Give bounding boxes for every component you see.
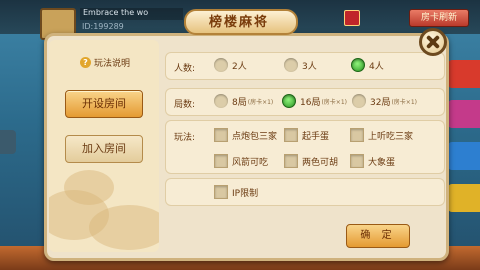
confirm-button[interactable]: 确 定 bbox=[346, 224, 410, 248]
play-option-qishou[interactable]: 起手蛋 bbox=[284, 128, 329, 142]
checkbox[interactable] bbox=[214, 154, 228, 168]
option-label: 风箭可吃 bbox=[232, 157, 269, 168]
option-cost: (房卡×1) bbox=[391, 98, 417, 106]
room-mode-panel: ? 玩法说明 开设房间 加入房间 bbox=[49, 40, 159, 252]
radio-button-selected[interactable] bbox=[282, 94, 296, 108]
checkbox[interactable] bbox=[284, 128, 298, 142]
players-option-2[interactable]: 2人 bbox=[214, 58, 247, 72]
red-packet-icon[interactable] bbox=[344, 10, 360, 26]
player-name: Embrace the wo bbox=[80, 8, 183, 20]
option-label: 起手蛋 bbox=[302, 131, 330, 142]
close-button[interactable] bbox=[419, 28, 447, 56]
players-option-3[interactable]: 3人 bbox=[284, 58, 317, 72]
rounds-row: 局数: 8局 (房卡×1) 16局 (房卡×1) 32局 (房卡×1) bbox=[165, 88, 445, 116]
radio-button-selected[interactable] bbox=[351, 58, 365, 72]
players-option-4[interactable]: 4人 bbox=[351, 58, 384, 72]
play-rules-row: 玩法: 点炮包三家 起手蛋 上听吃三家 风箭可吃 两色可胡 大象蛋 bbox=[165, 120, 445, 174]
radio-button[interactable] bbox=[214, 58, 228, 72]
left-arrow-icon[interactable] bbox=[0, 130, 16, 154]
option-cost: (房卡×1) bbox=[247, 98, 274, 106]
rounds-option-8[interactable]: 8局 (房卡×1) bbox=[214, 94, 273, 108]
side-tab-red[interactable] bbox=[448, 60, 480, 88]
checkbox[interactable] bbox=[214, 128, 228, 142]
rounds-option-16[interactable]: 16局 (房卡×1) bbox=[282, 94, 347, 108]
cloud-decoration bbox=[89, 205, 159, 250]
checkbox[interactable] bbox=[214, 185, 228, 199]
rounds-label: 局数: bbox=[174, 100, 196, 110]
option-label: 8局 bbox=[232, 97, 247, 108]
side-tab-yellow[interactable] bbox=[448, 184, 480, 212]
cloud-decoration bbox=[64, 170, 114, 205]
create-room-button[interactable]: 开设房间 bbox=[65, 90, 143, 118]
play-label: 玩法: bbox=[174, 133, 196, 143]
dialog-title: 榜楼麻将 bbox=[208, 15, 269, 30]
player-id: ID:199289 bbox=[82, 22, 124, 31]
radio-button[interactable] bbox=[284, 58, 298, 72]
play-option-fengjian[interactable]: 风箭可吃 bbox=[214, 154, 268, 168]
option-label: IP限制 bbox=[232, 188, 259, 199]
option-label: 4人 bbox=[369, 61, 384, 72]
option-label: 3人 bbox=[302, 61, 317, 72]
create-room-dialog: ? 玩法说明 开设房间 加入房间 人数: 2人 3人 4人 局数: 8局 (房卡… bbox=[44, 33, 449, 261]
option-label: 上听吃三家 bbox=[368, 131, 414, 142]
join-room-button[interactable]: 加入房间 bbox=[65, 135, 143, 163]
ip-limit-row: IP限制 bbox=[165, 178, 445, 206]
option-label: 16局 bbox=[300, 97, 321, 108]
play-option-dianpao[interactable]: 点炮包三家 bbox=[214, 128, 277, 142]
option-cost: (房卡×1) bbox=[321, 98, 347, 106]
checkbox[interactable] bbox=[350, 154, 364, 168]
ip-limit-option[interactable]: IP限制 bbox=[214, 185, 258, 199]
option-label: 32局 bbox=[370, 97, 391, 108]
option-label: 2人 bbox=[232, 61, 247, 72]
option-label: 两色可胡 bbox=[302, 157, 339, 168]
option-label: 点炮包三家 bbox=[232, 131, 278, 142]
radio-button[interactable] bbox=[352, 94, 366, 108]
side-tab-pink[interactable] bbox=[448, 100, 480, 128]
play-option-shangting[interactable]: 上听吃三家 bbox=[350, 128, 413, 142]
checkbox[interactable] bbox=[350, 128, 364, 142]
radio-button[interactable] bbox=[214, 94, 228, 108]
room-card-refresh-button[interactable]: 房卡刷新 bbox=[409, 9, 469, 27]
play-option-liangse[interactable]: 两色可胡 bbox=[284, 154, 338, 168]
checkbox[interactable] bbox=[284, 154, 298, 168]
players-label: 人数: bbox=[174, 64, 196, 74]
question-icon: ? bbox=[80, 57, 91, 68]
rules-link[interactable]: ? 玩法说明 bbox=[80, 56, 130, 69]
option-label: 大象蛋 bbox=[368, 157, 396, 168]
side-tab-blue[interactable] bbox=[448, 142, 480, 170]
players-row: 人数: 2人 3人 4人 bbox=[165, 52, 445, 80]
dialog-title-banner: 榜楼麻将 bbox=[184, 3, 298, 39]
rules-label: 玩法说明 bbox=[94, 59, 131, 69]
rounds-option-32[interactable]: 32局 (房卡×1) bbox=[352, 94, 417, 108]
play-option-daxiang[interactable]: 大象蛋 bbox=[350, 154, 395, 168]
